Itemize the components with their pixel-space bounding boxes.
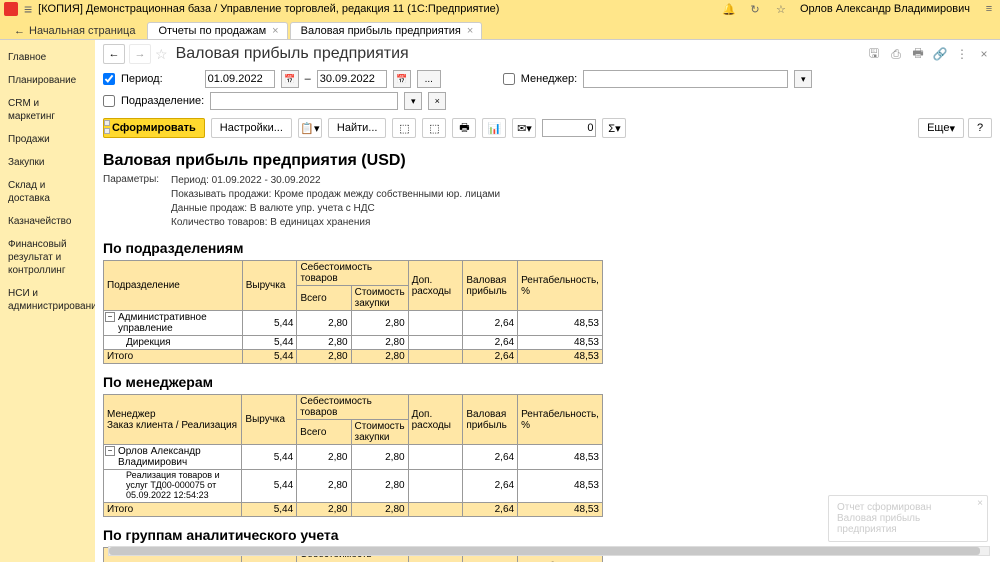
settings-icon[interactable]: ≡ [982,2,996,16]
close-icon[interactable]: × [270,25,280,37]
podrazd-label: Подразделение: [121,95,204,107]
table-total-row: Итого5,442,802,802,6448,53 [104,502,603,516]
collapse-sidebar-handle[interactable] [104,120,112,144]
print-preview-icon[interactable]: ⎙ [888,46,904,62]
page-title: Валовая прибыль предприятия [176,45,409,63]
help-button[interactable]: ? [968,118,992,138]
tree-toggle[interactable]: − [105,446,115,456]
forward-button[interactable]: → [129,44,151,64]
manager-label: Менеджер: [521,73,577,85]
favorite-icon[interactable]: ☆ [155,46,168,63]
sidebar-item[interactable]: Главное [0,46,95,69]
save-icon[interactable]: 🖫 [866,46,882,62]
tabs-bar: ← Начальная страница Отчеты по продажам … [0,18,1000,40]
podrazd-checkbox[interactable] [103,95,115,107]
settings-button[interactable]: Настройки... [211,118,292,138]
report-title: Валовая прибыль предприятия (USD) [103,152,992,170]
decimals-input[interactable] [542,119,596,137]
home-icon: ← [14,25,25,37]
filter-row-1: Период: 📅 – 📅 ... Менеджер: ▾ [95,68,1000,90]
section-title: По менеджерам [103,374,992,390]
section-title: По подразделениям [103,240,992,256]
collapse-button[interactable]: ⬚ [422,118,446,138]
period-checkbox[interactable] [103,73,115,85]
back-button[interactable]: ← [103,44,125,64]
table-row: −Орлов Александр Владимирович5,442,802,8… [104,445,603,470]
sidebar-item[interactable]: НСИ и администрирование [0,282,95,318]
podrazd-select[interactable] [210,92,398,110]
sidebar: Главное Планирование CRM и маркетинг Про… [0,40,95,562]
dash: – [305,73,311,85]
star-icon[interactable]: ☆ [774,2,788,16]
print-icon[interactable]: 🖶 [910,46,926,62]
app-logo-icon [4,2,18,16]
close-icon[interactable]: × [465,25,475,37]
tab-label: Валовая прибыль предприятия [301,25,461,37]
chart-button[interactable]: 📊 [482,118,506,138]
table-row: −Административное управление5,442,802,80… [104,311,603,336]
date-from-input[interactable] [205,70,275,88]
tab-label: Отчеты по продажам [158,25,266,37]
sidebar-item[interactable]: Казначейство [0,210,95,233]
home-tab[interactable]: ← Начальная страница [4,23,145,39]
calendar-icon[interactable]: 📅 [281,70,299,88]
tab-reports[interactable]: Отчеты по продажам × [147,22,287,39]
close-page-icon[interactable]: × [976,46,992,62]
main-area: ← → ☆ Валовая прибыль предприятия 🖫 ⎙ 🖶 … [95,40,1000,562]
toast-title: Отчет сформирован [837,502,979,513]
toolbar: Сформировать Настройки... 📋▾ Найти... ⬚ … [95,114,1000,142]
horizontal-scrollbar[interactable] [108,546,990,556]
dropdown-icon[interactable]: ▾ [794,70,812,88]
sum-button[interactable]: Σ▾ [602,118,626,138]
variants-button[interactable]: 📋▾ [298,118,322,138]
calendar-icon[interactable]: 📅 [393,70,411,88]
toast-text: Валовая прибыль предприятия [837,513,979,535]
sidebar-item[interactable]: Планирование [0,69,95,92]
window-title: [КОПИЯ] Демонстрационная база / Управлен… [38,3,499,15]
mail-button[interactable]: ✉▾ [512,118,536,138]
history-icon[interactable]: ↻ [748,2,762,16]
menu-icon[interactable]: ≡ [24,1,32,17]
home-tab-label: Начальная страница [29,25,135,37]
params-label: Параметры: [103,174,163,230]
filter-row-2: Подразделение: ▾ × [95,90,1000,112]
user-name[interactable]: Орлов Александр Владимирович [800,3,970,15]
sidebar-item[interactable]: Продажи [0,128,95,151]
tree-toggle[interactable]: − [105,312,115,322]
dropdown-icon[interactable]: ▾ [404,92,422,110]
table-manager: МенеджерЗаказ клиента / РеализацияВыручк… [103,394,603,517]
manager-checkbox[interactable] [503,73,515,85]
sidebar-item[interactable]: CRM и маркетинг [0,92,95,128]
table-row: Реализация товаров и услуг ТД00-000075 о… [104,470,603,503]
more-button[interactable]: Еще ▾ [918,118,964,138]
generate-button[interactable]: Сформировать [103,118,205,138]
toast-notification: × Отчет сформирован Валовая прибыль пред… [828,495,988,542]
clear-icon[interactable]: × [428,92,446,110]
sidebar-item[interactable]: Закупки [0,151,95,174]
link-icon[interactable]: 🔗 [932,46,948,62]
table-row: Дирекция5,442,802,802,6448,53 [104,336,603,350]
report-params: Параметры: Период: 01.09.2022 - 30.09.20… [103,174,992,230]
table-podrazd: ПодразделениеВыручкаСебестоимость товаро… [103,260,603,364]
param-line: Количество товаров: В единицах хранения [171,216,500,230]
bell-icon[interactable]: 🔔 [722,2,736,16]
tab-gross-profit[interactable]: Валовая прибыль предприятия × [290,22,483,39]
param-line: Период: 01.09.2022 - 30.09.2022 [171,174,500,188]
date-to-input[interactable] [317,70,387,88]
period-more-button[interactable]: ... [417,70,441,88]
param-line: Показывать продажи: Кроме продаж между с… [171,188,500,202]
print-button[interactable]: 🖶 [452,118,476,138]
table-total-row: Итого5,442,802,802,6448,53 [104,350,603,364]
close-icon[interactable]: × [977,498,983,509]
find-button[interactable]: Найти... [328,118,387,138]
page-header: ← → ☆ Валовая прибыль предприятия 🖫 ⎙ 🖶 … [95,40,1000,68]
manager-select[interactable] [583,70,788,88]
sidebar-item[interactable]: Финансовый результат и контроллинг [0,233,95,282]
period-label: Период: [121,73,163,85]
expand-button[interactable]: ⬚ [392,118,416,138]
sidebar-item[interactable]: Склад и доставка [0,174,95,210]
title-bar: ≡ [КОПИЯ] Демонстрационная база / Управл… [0,0,1000,18]
param-line: Данные продаж: В валюте упр. учета с НДС [171,202,500,216]
more-icon[interactable]: ⋮ [954,46,970,62]
